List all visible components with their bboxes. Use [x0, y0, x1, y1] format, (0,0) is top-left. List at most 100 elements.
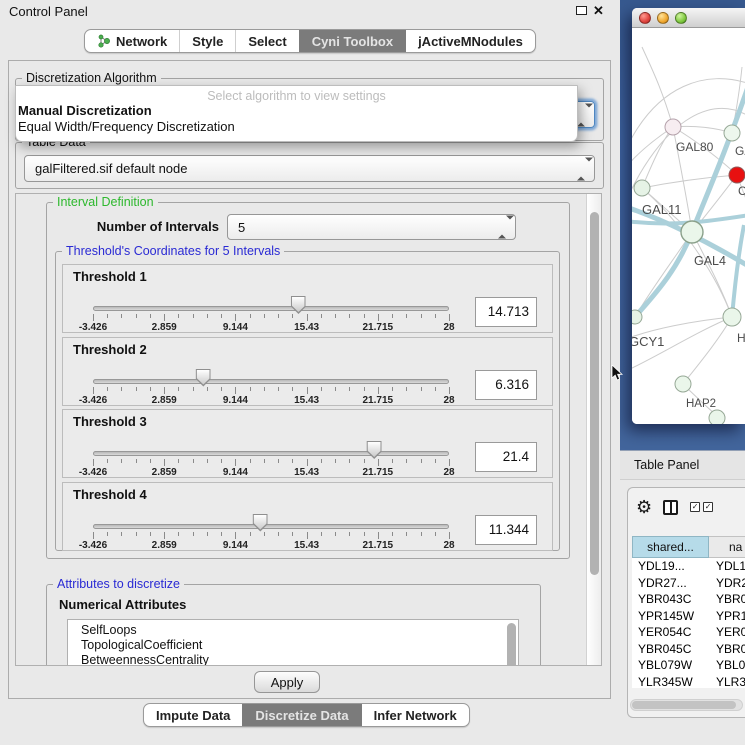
cell-name[interactable]: YLR3	[716, 675, 745, 689]
cyni-toolbox-content: Discretization Algorithm Select algorith…	[8, 60, 611, 699]
cell-shared-name[interactable]: YER054C	[638, 625, 710, 639]
table-row[interactable]: YBR045C YBR0	[632, 641, 745, 658]
numerical-attributes-list[interactable]: SelfLoopsTopologicalCoefficientBetweenne…	[67, 619, 519, 666]
slider-thumb[interactable]	[196, 369, 211, 387]
cell-name[interactable]: YPR1	[716, 609, 745, 623]
checkbox-icon[interactable]: ✓	[703, 502, 713, 512]
number-of-intervals-combo[interactable]: 5	[227, 214, 516, 240]
slider-track[interactable]	[93, 379, 449, 384]
checkbox-icon[interactable]: ✓	[690, 502, 700, 512]
horizontal-scrollbar[interactable]	[630, 699, 743, 711]
apply-button[interactable]: Apply	[254, 671, 320, 693]
cell-name[interactable]: YBL0	[716, 658, 745, 672]
slider-tick	[178, 314, 179, 318]
slider-tick	[321, 314, 322, 318]
float-window-icon[interactable]	[576, 6, 587, 15]
close-panel-icon[interactable]: ✕	[593, 3, 604, 19]
tab-infer-network[interactable]: Infer Network	[361, 704, 469, 726]
network-node[interactable]	[729, 167, 745, 183]
tab-impute-data[interactable]: Impute Data	[144, 704, 242, 726]
list-scrollbar-thumb[interactable]	[507, 623, 516, 666]
table-row[interactable]: YER054C YER0	[632, 624, 745, 641]
columns-icon[interactable]	[663, 500, 678, 515]
cell-name[interactable]: YBR0	[716, 592, 745, 606]
cell-shared-name[interactable]: YBR043C	[638, 592, 710, 606]
cell-shared-name[interactable]: YDR27...	[638, 576, 710, 590]
tab-network[interactable]: Network	[85, 30, 179, 52]
thresholds-group-title: Threshold's Coordinates for 5 Intervals	[62, 244, 284, 258]
network-node[interactable]	[675, 376, 691, 392]
tab-cyni-toolbox[interactable]: Cyni Toolbox	[299, 30, 405, 52]
table-row[interactable]: YLR345W YLR3	[632, 674, 745, 689]
network-node[interactable]	[724, 125, 740, 141]
slider-tick-label: 28	[443, 467, 454, 478]
network-edge[interactable]	[683, 317, 732, 384]
attribute-item[interactable]: SelfLoops	[68, 623, 518, 638]
column-header-name[interactable]: na	[709, 536, 745, 558]
slider-tick-label: 2.859	[152, 467, 177, 478]
network-node[interactable]	[723, 308, 741, 326]
network-node[interactable]	[632, 310, 642, 324]
vertical-scrollbar-thumb[interactable]	[590, 212, 599, 575]
network-edge[interactable]	[635, 81, 745, 317]
network-node[interactable]	[665, 119, 681, 135]
slider-thumb[interactable]	[253, 514, 268, 532]
cell-name[interactable]: YER0	[716, 625, 745, 639]
slider-tick	[250, 314, 251, 318]
cell-name[interactable]: YDR2	[716, 576, 745, 590]
network-node[interactable]	[709, 410, 725, 424]
network-node[interactable]	[681, 221, 703, 243]
table-row[interactable]: YDL19... YDL1	[632, 558, 745, 575]
algorithm-option[interactable]: Manual Discretization	[16, 103, 577, 119]
cell-shared-name[interactable]: YDL19...	[638, 559, 710, 573]
cell-shared-name[interactable]: YLR345W	[638, 675, 710, 689]
slider-thumb[interactable]	[291, 296, 306, 314]
network-edge[interactable]	[642, 175, 737, 188]
cell-shared-name[interactable]: YBL079W	[638, 658, 710, 672]
slider-tick	[107, 459, 108, 463]
horizontal-scrollbar-thumb[interactable]	[632, 701, 736, 709]
algorithm-option[interactable]: Equal Width/Frequency Discretization	[16, 119, 577, 135]
minimize-window-icon[interactable]	[657, 12, 669, 24]
cell-name[interactable]: YDL1	[716, 559, 745, 573]
column-header-shared-name[interactable]: shared...	[632, 536, 709, 558]
threshold-value-field[interactable]: 14.713	[475, 297, 537, 327]
slider-track[interactable]	[93, 451, 449, 456]
attribute-item[interactable]: BetweennessCentrality	[68, 653, 518, 666]
tab-discretize-data[interactable]: Discretize Data	[242, 704, 360, 726]
tab-style[interactable]: Style	[179, 30, 235, 52]
cell-shared-name[interactable]: YBR045C	[638, 642, 710, 656]
tab-select[interactable]: Select	[235, 30, 298, 52]
slider-tick	[378, 459, 379, 466]
vertical-scrollbar[interactable]	[586, 194, 601, 665]
threshold-value-field[interactable]: 21.4	[475, 442, 537, 472]
slider-track[interactable]	[93, 524, 449, 529]
network-node[interactable]	[634, 180, 650, 196]
slider-tick	[207, 387, 208, 391]
table-row[interactable]: YBL079W YBL0	[632, 657, 745, 674]
network-edge[interactable]	[642, 127, 673, 188]
tab-jactivemnodules[interactable]: jActiveMNodules	[405, 30, 535, 52]
threshold-value-field[interactable]: 11.344	[475, 515, 537, 545]
slider-tick	[307, 387, 308, 394]
table-data-value: galFiltered.sif default node	[35, 161, 187, 176]
slider-track[interactable]	[93, 306, 449, 311]
close-window-icon[interactable]	[639, 12, 651, 24]
threshold-value-field[interactable]: 6.316	[475, 370, 537, 400]
network-edge[interactable]	[732, 225, 744, 317]
network-edge[interactable]	[632, 127, 673, 167]
slider-tick-label: 21.715	[363, 395, 394, 406]
network-canvas[interactable]: GAL80GACGAL11GAL4GCY1HHAP2	[632, 29, 745, 424]
table-row[interactable]: YBR043C YBR0	[632, 591, 745, 608]
table-data-combo[interactable]: galFiltered.sif default node	[24, 155, 595, 182]
attribute-item[interactable]: TopologicalCoefficient	[68, 638, 518, 653]
zoom-window-icon[interactable]	[675, 12, 687, 24]
slider-thumb[interactable]	[367, 441, 382, 459]
table-row[interactable]: YDR27... YDR2	[632, 575, 745, 592]
cell-shared-name[interactable]: YPR145W	[638, 609, 710, 623]
cell-name[interactable]: YBR0	[716, 642, 745, 656]
gear-icon[interactable]: ⚙	[636, 497, 652, 517]
slider-tick-label: 28	[443, 322, 454, 333]
table-row[interactable]: YPR145W YPR1	[632, 608, 745, 625]
network-window-titlebar[interactable]	[632, 8, 745, 28]
